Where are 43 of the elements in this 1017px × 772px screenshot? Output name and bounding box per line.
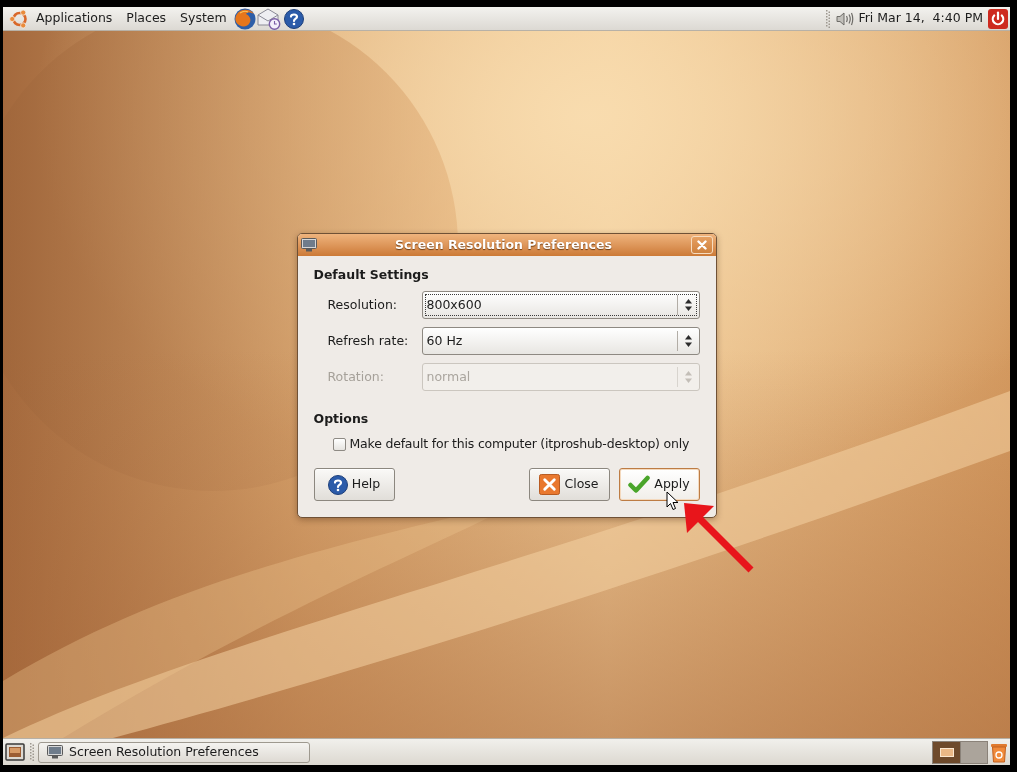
clock[interactable]: Fri Mar 14, 4:40 PM bbox=[854, 7, 988, 30]
section-heading: Options bbox=[313, 411, 370, 427]
power-icon[interactable] bbox=[988, 8, 1008, 29]
trash-icon[interactable] bbox=[990, 741, 1008, 763]
taskbar-button[interactable]: Screen Resolution Preferences bbox=[38, 741, 310, 763]
menu-item[interactable]: Places bbox=[119, 7, 174, 30]
menu-item[interactable]: System bbox=[173, 7, 234, 30]
grip-icon[interactable] bbox=[30, 743, 34, 761]
ring-logo-icon[interactable] bbox=[9, 8, 29, 29]
dropdown[interactable]: 800x600 bbox=[421, 291, 700, 319]
monitor-icon bbox=[300, 238, 317, 252]
speaker-icon[interactable] bbox=[836, 11, 855, 26]
spinner-arrows-icon bbox=[684, 371, 692, 383]
grip-icon[interactable] bbox=[826, 9, 831, 28]
field-label: Refresh rate: bbox=[327, 331, 410, 350]
envelope-icon[interactable] bbox=[256, 7, 281, 30]
spinner-arrows-icon bbox=[684, 299, 692, 311]
apply-button[interactable]: Apply bbox=[618, 468, 700, 501]
help-icon[interactable] bbox=[283, 8, 304, 29]
dropdown[interactable]: 60 Hz bbox=[421, 327, 700, 355]
help-button[interactable]: Help bbox=[313, 468, 395, 501]
x-square-icon bbox=[539, 474, 561, 495]
spinner-arrows-icon bbox=[684, 335, 692, 347]
window-title: Screen Resolution Preferences bbox=[394, 235, 613, 254]
field-label: Resolution: bbox=[327, 295, 399, 314]
close-icon bbox=[696, 240, 707, 250]
close-button[interactable] bbox=[690, 236, 713, 254]
check-icon bbox=[628, 475, 651, 494]
question-icon bbox=[327, 474, 348, 495]
monitor-icon bbox=[47, 745, 63, 759]
checkbox[interactable] bbox=[332, 437, 346, 451]
annotation-arrow bbox=[683, 503, 754, 573]
checkbox-label[interactable]: Make default for this computer (itproshub-desktop) only bbox=[349, 434, 690, 454]
mouse-pointer-icon bbox=[665, 491, 679, 511]
window-thumbnail-icon bbox=[939, 747, 954, 757]
close-button[interactable]: Close bbox=[528, 468, 610, 501]
globe-icon[interactable] bbox=[233, 7, 256, 30]
workspace-cell[interactable] bbox=[933, 741, 960, 763]
show-desktop-icon[interactable] bbox=[5, 742, 25, 762]
menu-item[interactable]: Applications bbox=[29, 7, 120, 30]
field-label: Rotation: bbox=[327, 367, 385, 386]
section-heading: Default Settings bbox=[313, 267, 430, 283]
workspace-cell[interactable] bbox=[960, 741, 987, 763]
